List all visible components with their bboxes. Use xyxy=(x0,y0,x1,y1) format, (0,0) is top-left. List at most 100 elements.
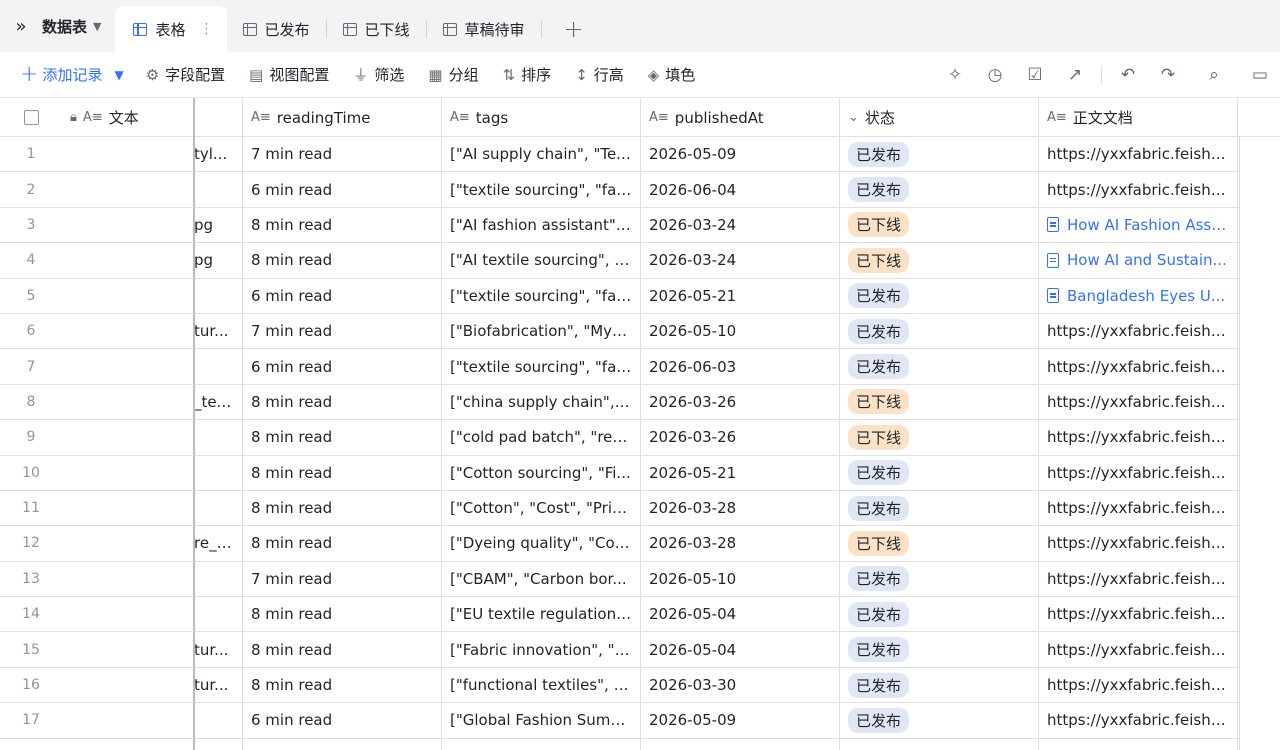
cell-state[interactable]: 已发布 xyxy=(840,597,1039,632)
cell-doc[interactable]: https://yxxfabric.feishu.... xyxy=(1039,526,1238,561)
cell-text[interactable] xyxy=(62,349,194,384)
select-all-checkbox[interactable] xyxy=(23,110,39,125)
chevron-down-icon[interactable]: ▼ xyxy=(114,68,123,82)
cell-publishedat[interactable]: 2026-03-28 xyxy=(641,526,840,561)
cell-text[interactable] xyxy=(62,561,194,597)
cell-tags[interactable]: ["CBAM", "Carbon bor... xyxy=(442,561,641,597)
table-row[interactable]: 14 8 min read ["EU textile regulations... 2… xyxy=(0,597,1280,633)
cell-partial[interactable]: _tex... xyxy=(194,384,243,420)
cell-partial[interactable]: tur... xyxy=(194,667,243,703)
tab-draft-review[interactable]: 草稿待审 xyxy=(427,6,541,52)
cell-readingtime[interactable]: 7 min read xyxy=(243,137,442,172)
cell-state[interactable]: 已发布 xyxy=(840,137,1039,172)
cell-tags[interactable]: ["AI fashion assistant", ... xyxy=(442,207,641,243)
cell-doc[interactable]: https://yxxfabric.feishu.... xyxy=(1039,420,1238,455)
cell-text[interactable] xyxy=(62,526,194,561)
cell-text[interactable] xyxy=(62,632,194,667)
cell-publishedat[interactable]: 2026-03-24 xyxy=(641,243,840,278)
column-header-more[interactable] xyxy=(1238,98,1279,137)
cell-text[interactable] xyxy=(62,703,194,738)
cell-tags[interactable]: ["Cotton sourcing", "Fi... xyxy=(442,455,641,490)
cell-tags[interactable]: ["EU textile regulations... xyxy=(442,597,641,632)
cell-tags[interactable]: ["cold pad batch", "rea... xyxy=(442,420,641,455)
comment-icon[interactable]: ▭ xyxy=(1240,65,1280,85)
table-row[interactable]: 17 6 min read ["Global Fashion Summ... 2026… xyxy=(0,703,1280,739)
cell-tags[interactable]: ["Dyeing quality", "Col... xyxy=(442,526,641,561)
cell-partial[interactable] xyxy=(194,597,243,632)
cell-publishedat[interactable]: 2026-03-24 xyxy=(641,207,840,243)
cell-readingtime[interactable]: 8 min read xyxy=(243,632,442,667)
cell-doc[interactable]: https://yxxfabric.feishu.... xyxy=(1039,349,1238,384)
cell-publishedat[interactable]: 2026-03-30 xyxy=(641,667,840,703)
column-header-readingtime[interactable]: A≡ readingTime xyxy=(243,98,442,137)
cell-partial[interactable] xyxy=(194,703,243,738)
cell-tags[interactable]: ["textile sourcing", "fab... xyxy=(442,172,641,207)
group-button[interactable]: ▦ 分组 xyxy=(428,64,478,85)
cell-publishedat[interactable]: 2026-03-28 xyxy=(641,490,840,526)
table-row[interactable]: 16 tur... 8 min read ["functional textiles"… xyxy=(0,667,1280,704)
table-row[interactable]: 2 6 min read ["textile sourcing", "fab... 2… xyxy=(0,172,1280,208)
cell-readingtime[interactable]: 8 min read xyxy=(243,455,442,490)
column-header-doc[interactable]: A≡ 正文文档 xyxy=(1039,98,1238,137)
cell-partial[interactable]: tyl... xyxy=(194,137,243,172)
cell-doc[interactable] xyxy=(1039,738,1238,750)
cell-text[interactable] xyxy=(62,172,194,207)
cell-publishedat[interactable]: 2026-05-10 xyxy=(641,313,840,349)
tab-published[interactable]: 已发布 xyxy=(227,6,326,52)
table-row[interactable]: 11 8 min read ["Cotton", "Cost", "Pric... 2… xyxy=(0,490,1280,527)
search-icon[interactable]: ⌕ xyxy=(1188,65,1240,85)
cell-readingtime[interactable]: 8 min read xyxy=(243,420,442,455)
cell-readingtime[interactable]: 6 min read xyxy=(243,278,442,313)
cell-text[interactable] xyxy=(62,313,194,349)
cell-partial[interactable]: tur... xyxy=(194,632,243,667)
table-selector[interactable]: 数据表 ▼ xyxy=(42,0,115,52)
cell-doc[interactable]: How AI and Sustain... xyxy=(1039,243,1238,278)
cell-text[interactable] xyxy=(62,597,194,632)
cell-readingtime[interactable]: 8 min read xyxy=(243,207,442,243)
cell-publishedat[interactable]: 2026-05-09 xyxy=(641,137,840,172)
cell-publishedat[interactable]: 2026-05-09 xyxy=(641,703,840,738)
cell-readingtime[interactable]: 8 min read xyxy=(243,526,442,561)
cell-state[interactable]: 已下线 xyxy=(840,526,1039,561)
cell-state[interactable]: 已发布 xyxy=(840,490,1039,526)
add-view-button[interactable]: + xyxy=(542,6,606,52)
cell-tags[interactable]: ["textile sourcing", "fab... xyxy=(442,349,641,384)
cell-state[interactable]: 已发布 xyxy=(840,455,1039,490)
table-row[interactable]: 12 re_l... 8 min read ["Dyeing quality", "C… xyxy=(0,526,1280,562)
cell-readingtime[interactable]: 8 min read xyxy=(243,490,442,526)
undo-icon[interactable]: ↶ xyxy=(1108,65,1148,85)
cell-partial[interactable] xyxy=(194,420,243,455)
cell-text[interactable] xyxy=(62,137,194,172)
more-options-icon[interactable]: ⋮ xyxy=(200,21,214,37)
table-row-partial[interactable] xyxy=(0,738,1280,750)
checklist-icon[interactable]: ☑ xyxy=(1015,65,1055,85)
cell-doc[interactable]: Bangladesh Eyes U... xyxy=(1039,278,1238,313)
column-header-state[interactable]: ⌄ 状态 xyxy=(840,98,1039,137)
cell-readingtime[interactable]: 8 min read xyxy=(243,243,442,278)
cell-tags[interactable]: ["AI supply chain", "Tex... xyxy=(442,137,641,172)
cell-text[interactable] xyxy=(62,207,194,243)
cell-state[interactable]: 已发布 xyxy=(840,278,1039,313)
share-icon[interactable]: ↗ xyxy=(1055,65,1095,85)
cell-partial[interactable] xyxy=(194,349,243,384)
cell-state[interactable]: 已下线 xyxy=(840,384,1039,420)
cell-doc[interactable]: https://yxxfabric.feishu.... xyxy=(1039,703,1238,738)
history-icon[interactable]: ◷ xyxy=(975,65,1015,85)
cell-readingtime[interactable]: 7 min read xyxy=(243,313,442,349)
cell-partial[interactable]: tur... xyxy=(194,313,243,349)
table-row[interactable]: 7 6 min read ["textile sourcing", "fab... 2… xyxy=(0,349,1280,385)
column-header-publishedat[interactable]: A≡ publishedAt xyxy=(641,98,840,137)
cell-tags[interactable]: ["functional textiles", "... xyxy=(442,667,641,703)
cell-text[interactable] xyxy=(62,667,194,703)
cell-state[interactable]: 已下线 xyxy=(840,207,1039,243)
cell-state[interactable]: 已发布 xyxy=(840,313,1039,349)
row-height-button[interactable]: ↕ 行高 xyxy=(575,64,624,85)
frozen-column-divider[interactable] xyxy=(194,98,195,750)
column-header-tags[interactable]: A≡ tags xyxy=(442,98,641,137)
cell-readingtime[interactable]: 6 min read xyxy=(243,349,442,384)
table-row[interactable]: 15 tur... 8 min read ["Fabric innovation", … xyxy=(0,632,1280,668)
cell-tags[interactable]: ["Biofabrication", "Myc... xyxy=(442,313,641,349)
table-row[interactable]: 1 tyl... 7 min read ["AI supply chain", "Te… xyxy=(0,137,1280,173)
column-header-text[interactable]: 🔒︎ A≡ 文本 xyxy=(62,98,194,137)
table-row[interactable]: 9 8 min read ["cold pad batch", "rea... 202… xyxy=(0,420,1280,456)
